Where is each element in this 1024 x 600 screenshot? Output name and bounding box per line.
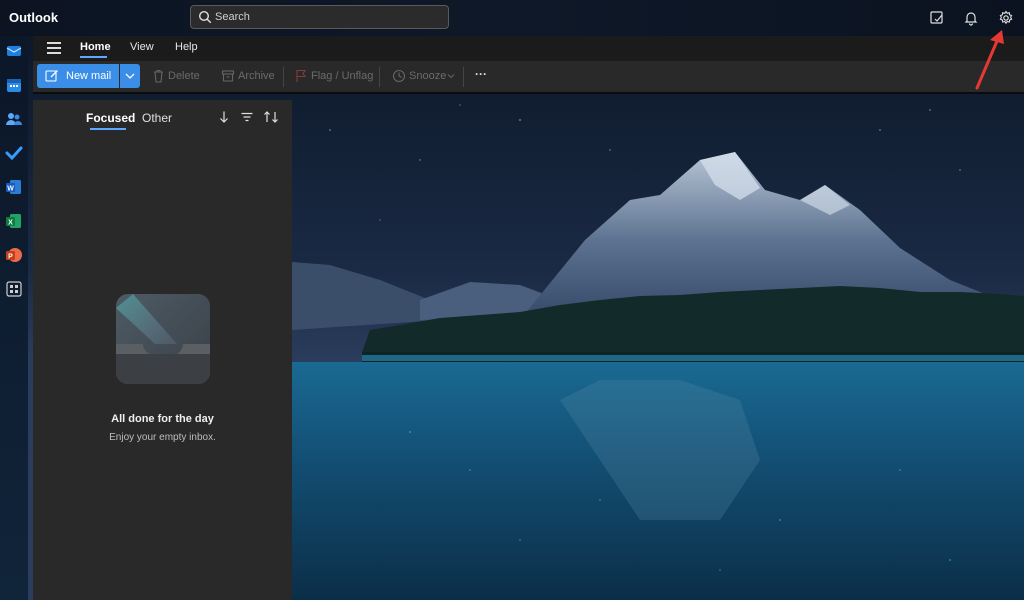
tab-focused[interactable]: Focused: [86, 111, 135, 125]
flag-icon: [296, 69, 307, 82]
chevron-down-icon: [447, 74, 455, 79]
todo-icon[interactable]: [5, 144, 23, 162]
mail-icon[interactable]: [5, 42, 23, 60]
menu-tabs: Home View Help: [33, 36, 1024, 61]
hamburger-menu-icon[interactable]: [47, 42, 61, 54]
tab-help[interactable]: Help: [175, 41, 198, 53]
toolbar-separator: [283, 67, 284, 87]
archive-button[interactable]: Archive: [238, 70, 275, 82]
app-rail: W X P: [0, 36, 28, 600]
empty-state-title: All done for the day: [111, 413, 214, 425]
compose-icon: [45, 70, 58, 82]
flag-unflag-button[interactable]: Flag / Unflag: [311, 70, 373, 82]
empty-inbox-illustration: [116, 294, 210, 384]
app-title: Outlook: [9, 10, 59, 25]
sticky-notes-icon[interactable]: [928, 9, 946, 27]
new-mail-button[interactable]: New mail: [37, 64, 119, 88]
tab-home-underline: [80, 56, 107, 58]
toolbar-separator: [463, 67, 464, 87]
toolbar-separator: [379, 67, 380, 87]
empty-state-subtitle: Enjoy your empty inbox.: [109, 432, 216, 443]
tab-other[interactable]: Other: [142, 111, 172, 125]
sort-icon[interactable]: [263, 110, 279, 124]
filter-icon[interactable]: [240, 110, 254, 124]
calendar-icon[interactable]: [5, 76, 23, 94]
ribbon: Home View Help New mail Delete Archive F…: [33, 36, 1024, 94]
excel-icon[interactable]: X: [5, 212, 23, 230]
clock-icon: [392, 69, 406, 83]
more-options-button[interactable]: ···: [475, 67, 487, 81]
snooze-button[interactable]: Snooze: [409, 70, 446, 82]
message-list-pane: Focused Other All done for the day Enjoy…: [33, 100, 292, 600]
bell-icon[interactable]: [962, 9, 980, 27]
delete-button[interactable]: Delete: [168, 70, 200, 82]
tab-focused-underline: [90, 128, 126, 130]
title-bar: Outlook Search: [0, 0, 1024, 36]
chevron-down-icon: [125, 73, 135, 79]
search-box[interactable]: Search: [190, 5, 449, 29]
command-bar: New mail Delete Archive Flag / Unflag Sn…: [33, 61, 1024, 94]
people-icon[interactable]: [5, 110, 23, 128]
gear-icon[interactable]: [997, 9, 1015, 27]
svg-text:P: P: [8, 254, 13, 261]
new-mail-label: New mail: [66, 70, 112, 82]
red-arrow-annotation: [975, 30, 1004, 90]
svg-text:W: W: [7, 186, 14, 193]
word-icon[interactable]: W: [5, 178, 23, 196]
apps-icon[interactable]: [5, 280, 23, 298]
powerpoint-icon[interactable]: P: [5, 246, 23, 264]
tab-view[interactable]: View: [130, 41, 154, 53]
tab-home[interactable]: Home: [80, 41, 111, 53]
archive-icon: [221, 70, 235, 82]
search-placeholder: Search: [215, 11, 250, 23]
trash-icon: [154, 69, 163, 83]
new-mail-dropdown[interactable]: [120, 64, 140, 88]
search-icon: [198, 10, 212, 24]
svg-text:X: X: [8, 220, 13, 227]
arrow-down-icon[interactable]: [217, 110, 231, 124]
